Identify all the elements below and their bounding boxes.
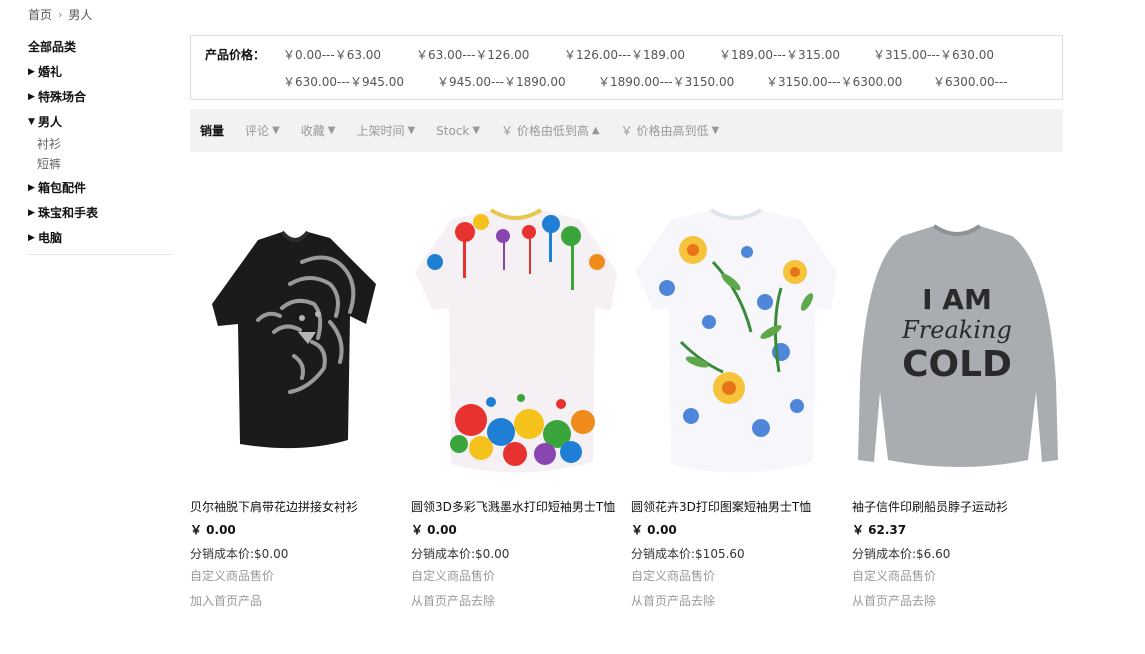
caret-right-icon: ▶ <box>28 233 35 243</box>
sort-by-stock[interactable]: Stock ▼ <box>436 124 480 138</box>
caret-down-icon: ▼ <box>407 125 416 136</box>
price-range-option[interactable]: ￥630.00---￥945.00 <box>283 73 437 90</box>
price-range-option[interactable]: ￥945.00---￥1890.00 <box>437 73 598 90</box>
caret-down-icon: ▼ <box>472 125 481 136</box>
sort-by-listing-time[interactable]: 上架时间 ▼ <box>356 122 415 139</box>
product-distribution-cost: 分销成本价:$0.00 <box>411 547 510 561</box>
product-distribution-cost: 分销成本价:$105.60 <box>631 547 745 561</box>
price-filter-label: 产品价格： <box>205 48 266 62</box>
caret-right-icon: ▶ <box>28 92 35 102</box>
caret-right-icon: ▶ <box>28 208 35 218</box>
sort-by-reviews[interactable]: 评论 ▼ <box>245 122 280 139</box>
sweatshirt-print-line2: Freaking <box>901 316 1012 344</box>
sidebar-subitem-shorts[interactable]: 短裤 <box>37 154 172 174</box>
product-price: ￥ 0.00 <box>631 523 677 537</box>
product-image-black-tshirt[interactable] <box>190 192 400 487</box>
product-price: ￥ 0.00 <box>411 523 457 537</box>
breadcrumb-home-link[interactable]: 首页 <box>28 6 52 23</box>
product-price: ￥ 62.37 <box>852 523 907 537</box>
price-range-option[interactable]: ￥189.00---￥315.00 <box>719 46 873 63</box>
sidebar-item-label: 特殊场合 <box>38 90 87 104</box>
product-image-grey-sweatshirt[interactable]: I AM Freaking COLD <box>852 192 1062 487</box>
product-card: 圆领花卉3D打印图案短袖男士T恤 ￥ 0.00 分销成本价:$105.60 自定… <box>631 192 841 609</box>
sidebar-item-computers[interactable]: ▶ 电脑 <box>28 229 172 247</box>
sidebar-item-jewelry-watches[interactable]: ▶ 珠宝和手表 <box>28 204 172 222</box>
price-range-option[interactable]: ￥6300.00--- <box>933 73 1008 90</box>
price-range-row: ￥630.00---￥945.00 ￥945.00---￥1890.00 ￥18… <box>283 73 1008 90</box>
caret-right-icon: ▶ <box>28 67 35 77</box>
men-subcategories: 衬衫 短裤 <box>37 134 172 174</box>
product-distribution-cost: 分销成本价:$0.00 <box>190 547 289 561</box>
sort-label: 销量 <box>200 124 225 138</box>
price-filter: 产品价格： ￥0.00---￥63.00 ￥63.00---￥126.00 ￥1… <box>190 35 1063 100</box>
price-range-option[interactable]: ￥1890.00---￥3150.00 <box>598 73 766 90</box>
add-to-homepage-link[interactable]: 加入首页产品 <box>190 593 400 609</box>
caret-right-icon: ▶ <box>28 183 35 193</box>
product-name[interactable]: 圆领花卉3D打印图案短袖男士T恤 <box>631 499 841 515</box>
sidebar-item-label: 电脑 <box>38 231 63 245</box>
sweatshirt-print-line3: COLD <box>902 344 1012 385</box>
price-range-option[interactable]: ￥3150.00---￥6300.00 <box>766 73 933 90</box>
sort-label: 收藏 <box>300 124 325 138</box>
custom-price-link[interactable]: 自定义商品售价 <box>852 568 1062 584</box>
chevron-right-icon: › <box>58 8 63 21</box>
sort-label: ￥ 价格由低到高 <box>501 124 589 138</box>
sort-by-favorites[interactable]: 收藏 ▼ <box>301 122 336 139</box>
sort-label: 评论 <box>245 124 270 138</box>
custom-price-link[interactable]: 自定义商品售价 <box>190 568 400 584</box>
custom-price-link[interactable]: 自定义商品售价 <box>631 568 841 584</box>
price-range-row: ￥0.00---￥63.00 ￥63.00---￥126.00 ￥126.00-… <box>283 46 994 63</box>
product-name[interactable]: 圆领3D多彩飞溅墨水打印短袖男士T恤 <box>411 499 621 515</box>
product-card: 圆领3D多彩飞溅墨水打印短袖男士T恤 ￥ 0.00 分销成本价:$0.00 自定… <box>411 192 621 609</box>
remove-from-homepage-link[interactable]: 从首页产品去除 <box>852 593 1062 609</box>
sidebar-item-label: 珠宝和手表 <box>38 206 99 220</box>
product-card: 贝尔袖脱下肩带花边拼接女衬衫 ￥ 0.00 分销成本价:$0.00 自定义商品售… <box>190 192 400 609</box>
sidebar-item-label: 婚礼 <box>38 65 63 79</box>
sort-label: Stock <box>436 123 470 138</box>
sort-by-sales[interactable]: 销量 <box>200 122 224 139</box>
caret-down-icon: ▼ <box>272 125 280 136</box>
product-distribution-cost: 分销成本价:$6.60 <box>852 547 951 561</box>
breadcrumb-current: 男人 <box>68 8 93 22</box>
remove-from-homepage-link[interactable]: 从首页产品去除 <box>631 593 841 609</box>
remove-from-homepage-link[interactable]: 从首页产品去除 <box>411 593 621 609</box>
custom-price-link[interactable]: 自定义商品售价 <box>411 568 621 584</box>
caret-down-icon: ▼ <box>327 125 336 136</box>
sidebar-item-bags-accessories[interactable]: ▶ 箱包配件 <box>28 179 172 197</box>
category-sidebar: 全部品类 ▶ 婚礼 ▶ 特殊场合 ▼ 男人 衬衫 短裤 ▶ 箱包配件 ▶ 珠宝和… <box>28 38 172 255</box>
sidebar-item-label: 男人 <box>38 115 63 129</box>
caret-down-icon: ▼ <box>28 117 35 127</box>
product-name[interactable]: 贝尔袖脱下肩带花边拼接女衬衫 <box>190 499 400 515</box>
sweatshirt-print-line1: I AM <box>922 283 992 316</box>
sort-bar: 销量 评论 ▼ 收藏 ▼ 上架时间 ▼ Stock ▼ ￥ 价格由低到高 ▲ ￥ 价格由高… <box>190 109 1063 152</box>
caret-up-icon: ▲ <box>591 125 600 136</box>
product-name[interactable]: 袖子信件印刷船员脖子运动衫 <box>852 499 1062 515</box>
sidebar-item-special-occasion[interactable]: ▶ 特殊场合 <box>28 88 172 106</box>
price-range-option[interactable]: ￥63.00---￥126.00 <box>416 46 564 63</box>
sort-label: 上架时间 <box>356 124 405 138</box>
sort-label: ￥ 价格由高到低 <box>620 124 709 138</box>
product-image-splash-tshirt[interactable] <box>411 192 621 487</box>
price-range-option[interactable]: ￥315.00---￥630.00 <box>873 46 994 63</box>
price-range-option[interactable]: ￥0.00---￥63.00 <box>283 46 416 63</box>
sidebar-item-men[interactable]: ▼ 男人 <box>28 113 172 131</box>
sidebar-subitem-shirts[interactable]: 衬衫 <box>37 134 172 154</box>
product-image-floral-tshirt[interactable] <box>631 192 841 487</box>
product-card: I AM Freaking COLD 袖子信件印刷船员脖子运动衫 ￥ 62.37… <box>852 192 1062 609</box>
caret-down-icon: ▼ <box>711 125 720 136</box>
sort-by-price-asc[interactable]: ￥ 价格由低到高 ▲ <box>501 122 600 139</box>
sort-by-price-desc[interactable]: ￥ 价格由高到低 ▼ <box>621 122 720 139</box>
product-price: ￥ 0.00 <box>190 523 236 537</box>
breadcrumb: 首页 › 男人 <box>28 6 92 23</box>
all-categories-label[interactable]: 全部品类 <box>28 38 172 56</box>
sidebar-item-label: 箱包配件 <box>38 181 87 195</box>
sidebar-divider <box>28 254 172 255</box>
price-range-option[interactable]: ￥126.00---￥189.00 <box>564 46 719 63</box>
sidebar-item-wedding[interactable]: ▶ 婚礼 <box>28 63 172 81</box>
